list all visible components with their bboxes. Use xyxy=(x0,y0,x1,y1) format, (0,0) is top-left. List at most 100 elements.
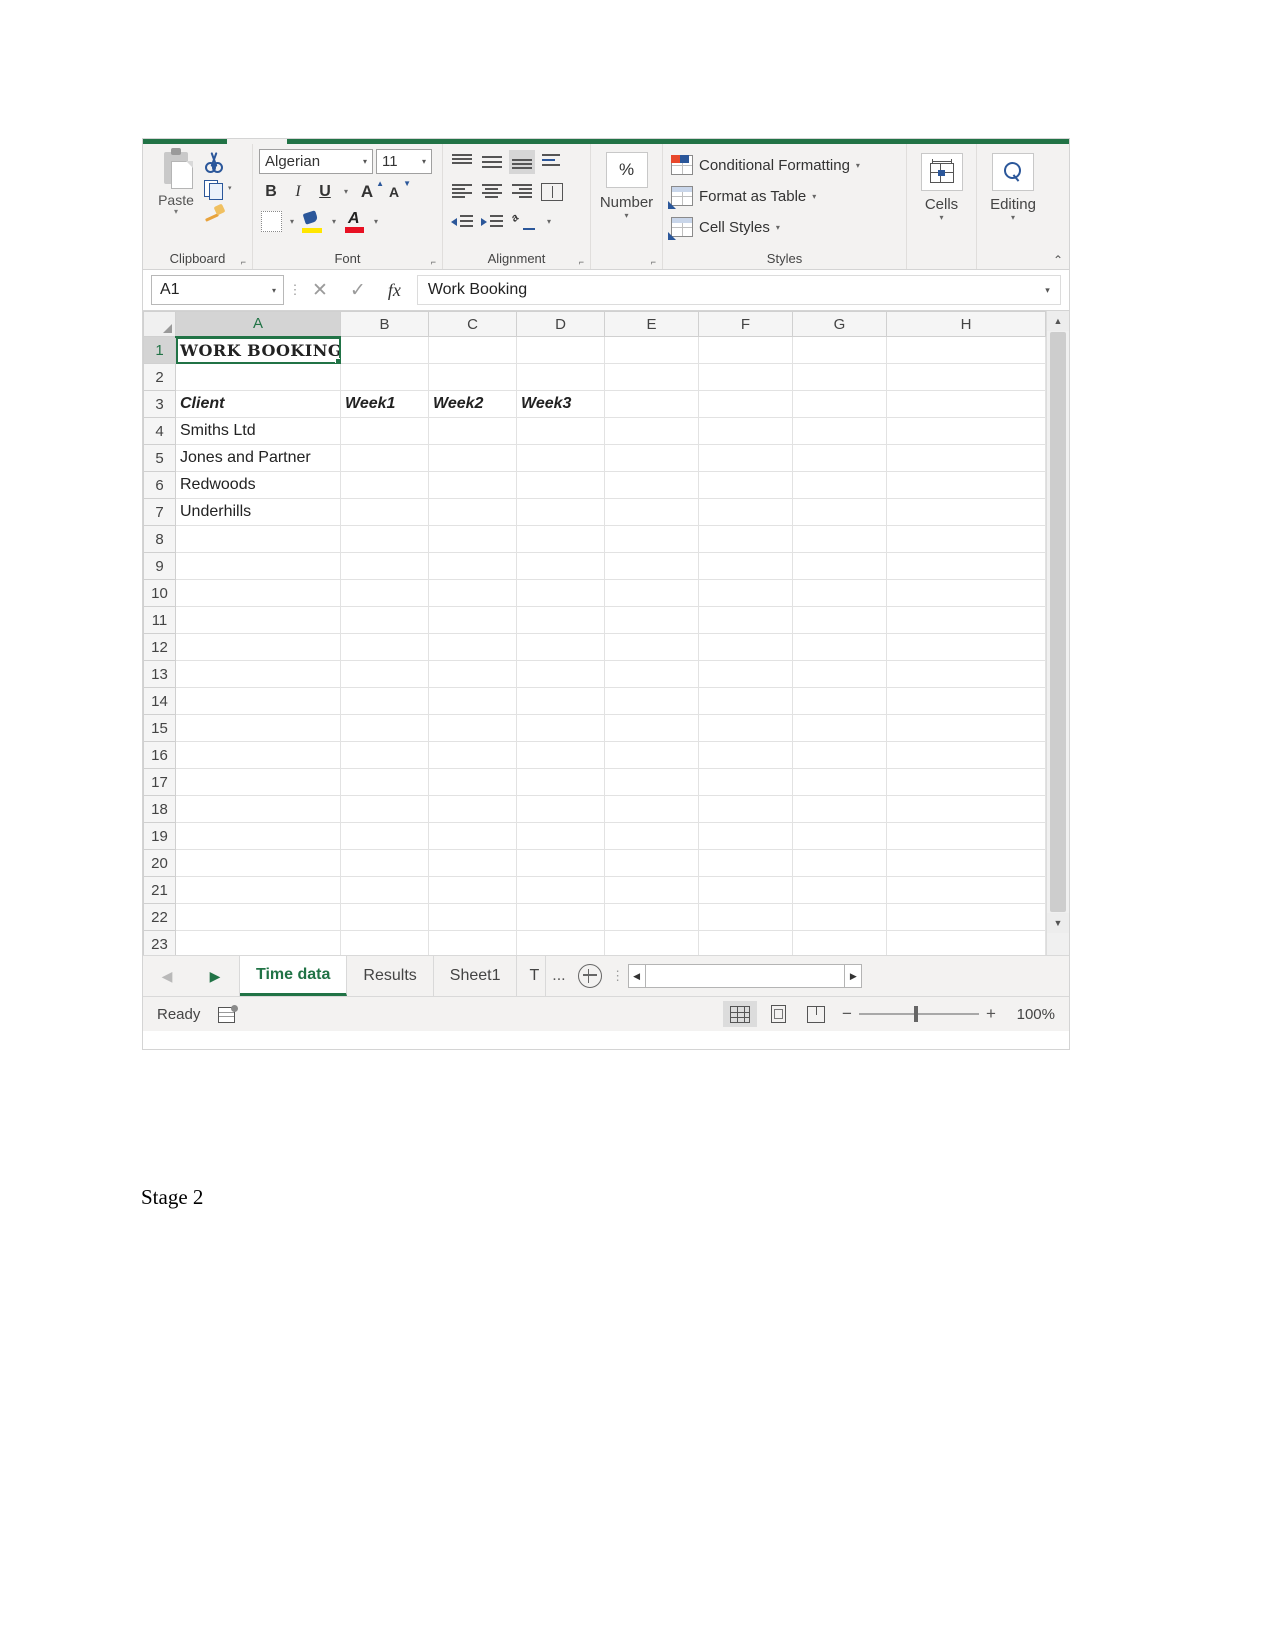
hscroll-left-button[interactable]: ◀ xyxy=(627,964,646,988)
row-header-22[interactable]: 22 xyxy=(143,903,176,931)
cell-H13[interactable] xyxy=(886,660,1046,688)
copy-button[interactable]: ▾ xyxy=(203,176,232,200)
chevron-up-icon[interactable]: ⌃ xyxy=(1053,253,1063,267)
cell-D10[interactable] xyxy=(516,579,605,607)
row-header-2[interactable]: 2 xyxy=(143,363,176,391)
font-size-combo[interactable]: 11 ▾ xyxy=(376,149,432,174)
cell-E2[interactable] xyxy=(604,363,699,391)
cell-C20[interactable] xyxy=(428,849,517,877)
middle-align-button[interactable] xyxy=(479,150,505,174)
cell-G16[interactable] xyxy=(792,741,887,769)
cell-A16[interactable] xyxy=(175,741,341,769)
cell-E13[interactable] xyxy=(604,660,699,688)
cell-C17[interactable] xyxy=(428,768,517,796)
row-header-3[interactable]: 3 xyxy=(143,390,176,418)
cell-A20[interactable] xyxy=(175,849,341,877)
cell-B14[interactable] xyxy=(340,687,429,715)
row-header-10[interactable]: 10 xyxy=(143,579,176,607)
column-header-a[interactable]: A xyxy=(175,311,341,338)
cell-D14[interactable] xyxy=(516,687,605,715)
cell-A10[interactable] xyxy=(175,579,341,607)
cell-D4[interactable] xyxy=(516,417,605,445)
cell-A2[interactable] xyxy=(175,363,341,391)
cell-B1[interactable] xyxy=(340,336,429,364)
cell-G22[interactable] xyxy=(792,903,887,931)
paste-caret-icon[interactable]: ▾ xyxy=(174,208,178,216)
font-dialog-launcher-icon[interactable]: ⌐ xyxy=(431,257,436,267)
copy-caret-icon[interactable]: ▾ xyxy=(228,184,232,192)
column-header-g[interactable]: G xyxy=(792,311,887,337)
cell-G13[interactable] xyxy=(792,660,887,688)
cell-B17[interactable] xyxy=(340,768,429,796)
cell-A8[interactable] xyxy=(175,525,341,553)
cell-A15[interactable] xyxy=(175,714,341,742)
cell-A19[interactable] xyxy=(175,822,341,850)
row-header-6[interactable]: 6 xyxy=(143,471,176,499)
align-left-button[interactable] xyxy=(449,180,475,204)
cell-B18[interactable] xyxy=(340,795,429,823)
cell-F21[interactable] xyxy=(698,876,793,904)
bold-button[interactable]: B xyxy=(259,180,283,204)
cell-F1[interactable] xyxy=(698,336,793,364)
column-header-c[interactable]: C xyxy=(428,311,517,337)
cell-H16[interactable] xyxy=(886,741,1046,769)
cell-A23[interactable] xyxy=(175,930,341,955)
cell-G12[interactable] xyxy=(792,633,887,661)
cell-A3[interactable]: Client xyxy=(175,390,341,418)
cell-B15[interactable] xyxy=(340,714,429,742)
cell-H2[interactable] xyxy=(886,363,1046,391)
cell-B23[interactable] xyxy=(340,930,429,955)
add-sheet-button[interactable] xyxy=(572,956,608,996)
scroll-up-button[interactable]: ▲ xyxy=(1047,311,1069,331)
cell-C8[interactable] xyxy=(428,525,517,553)
hscroll-track[interactable] xyxy=(645,964,845,988)
cell-E15[interactable] xyxy=(604,714,699,742)
cell-G9[interactable] xyxy=(792,552,887,580)
row-header-8[interactable]: 8 xyxy=(143,525,176,553)
cell-C4[interactable] xyxy=(428,417,517,445)
cell-C9[interactable] xyxy=(428,552,517,580)
cell-A21[interactable] xyxy=(175,876,341,904)
row-header-13[interactable]: 13 xyxy=(143,660,176,688)
cell-H9[interactable] xyxy=(886,552,1046,580)
page-break-view-button[interactable] xyxy=(799,1001,833,1027)
cancel-formula-button[interactable]: ✕ xyxy=(312,279,328,302)
cell-G19[interactable] xyxy=(792,822,887,850)
cell-A22[interactable] xyxy=(175,903,341,931)
cell-E20[interactable] xyxy=(604,849,699,877)
row-header-11[interactable]: 11 xyxy=(143,606,176,634)
cell-D1[interactable] xyxy=(516,336,605,364)
cell-G2[interactable] xyxy=(792,363,887,391)
cell-C21[interactable] xyxy=(428,876,517,904)
cell-B9[interactable] xyxy=(340,552,429,580)
grid-cells-area[interactable]: A B C D E F G H 1 WORK BOOKING 2 3 Client Wee… xyxy=(143,311,1046,955)
row-header-9[interactable]: 9 xyxy=(143,552,176,580)
cell-B5[interactable] xyxy=(340,444,429,472)
cell-D18[interactable] xyxy=(516,795,605,823)
cell-E23[interactable] xyxy=(604,930,699,955)
cell-G15[interactable] xyxy=(792,714,887,742)
cell-B4[interactable] xyxy=(340,417,429,445)
cell-A9[interactable] xyxy=(175,552,341,580)
cell-G4[interactable] xyxy=(792,417,887,445)
cell-G18[interactable] xyxy=(792,795,887,823)
orientation-button[interactable]: a xyxy=(509,210,539,234)
cell-A5[interactable]: Jones and Partner xyxy=(175,444,341,472)
cell-H5[interactable] xyxy=(886,444,1046,472)
cell-E14[interactable] xyxy=(604,687,699,715)
cell-G17[interactable] xyxy=(792,768,887,796)
cell-H14[interactable] xyxy=(886,687,1046,715)
number-format-caret-icon[interactable]: ▾ xyxy=(624,211,628,220)
cell-E6[interactable] xyxy=(604,471,699,499)
bottom-align-button[interactable] xyxy=(509,149,535,174)
cell-H1[interactable] xyxy=(886,336,1046,364)
cell-H12[interactable] xyxy=(886,633,1046,661)
chevron-down-icon[interactable]: ▾ xyxy=(812,192,816,201)
cell-F4[interactable] xyxy=(698,417,793,445)
underline-caret-icon[interactable]: ▾ xyxy=(340,180,352,204)
column-header-e[interactable]: E xyxy=(604,311,699,337)
chevron-down-icon[interactable]: ▾ xyxy=(422,157,426,166)
row-header-17[interactable]: 17 xyxy=(143,768,176,796)
cell-F15[interactable] xyxy=(698,714,793,742)
shrink-font-button[interactable]: A ▼ xyxy=(382,179,411,204)
